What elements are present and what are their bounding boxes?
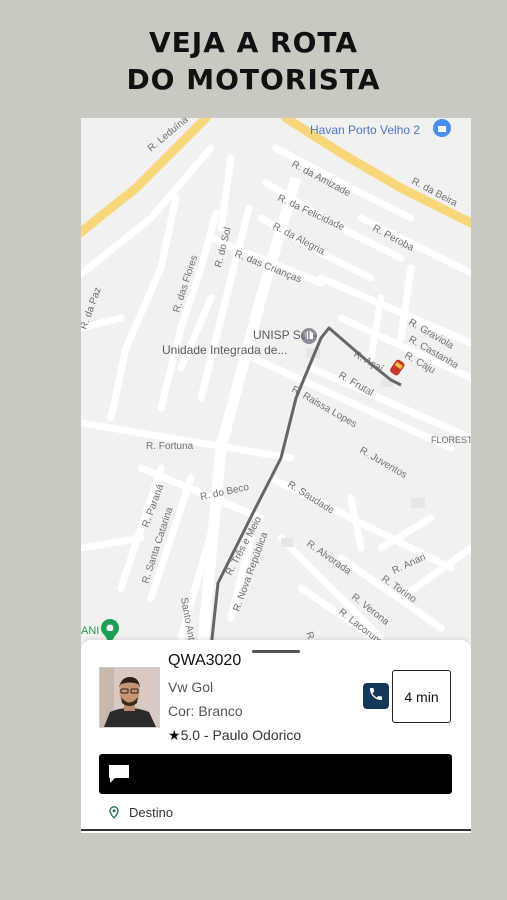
phone-screen: R. Leduína Havan Porto Velho 2 R. da Ami… xyxy=(81,118,471,833)
destination-label: Destino xyxy=(129,805,174,820)
street-label: Havan Porto Velho 2 xyxy=(310,123,420,137)
car-color: Cor: Branco xyxy=(168,703,243,719)
phone-icon xyxy=(368,686,384,707)
street-label: R. Fortuna xyxy=(146,441,194,452)
street-label: Unidade Integrada de... xyxy=(162,343,287,357)
headline-line-1: VEJA A ROTA xyxy=(148,26,358,59)
rating-text: 5.0 - Paulo Odorico xyxy=(180,727,302,743)
drag-handle[interactable] xyxy=(252,650,300,653)
driver-avatar xyxy=(99,667,160,728)
driver-rating: ★5.0 - Paulo Odorico xyxy=(168,727,301,744)
eta-badge: 4 min xyxy=(392,670,451,723)
map-view[interactable]: R. Leduína Havan Porto Velho 2 R. da Ami… xyxy=(81,118,471,663)
car-model: Vw Gol xyxy=(168,679,214,695)
shopping-icon xyxy=(433,119,451,137)
street-label: FLORESTA xyxy=(431,435,471,445)
street-label: UNISP Sul - xyxy=(253,328,317,342)
street-label: ANI xyxy=(81,625,99,637)
destination-row[interactable]: Destino xyxy=(109,805,173,820)
bottom-divider xyxy=(81,829,471,831)
location-pin-icon xyxy=(109,806,119,819)
star-icon: ★ xyxy=(168,727,181,743)
driver-info-sheet: QWA3020 Vw Gol Cor: Branco ★5.0 - Paulo … xyxy=(81,640,471,833)
chat-message-bar[interactable] xyxy=(99,754,452,794)
license-plate: QWA3020 xyxy=(168,652,242,669)
call-driver-button[interactable] xyxy=(363,683,389,709)
headline: VEJA A ROTA DO MOTORISTA xyxy=(0,24,507,98)
chat-icon xyxy=(108,764,130,789)
headline-line-2: DO MOTORISTA xyxy=(126,63,381,96)
